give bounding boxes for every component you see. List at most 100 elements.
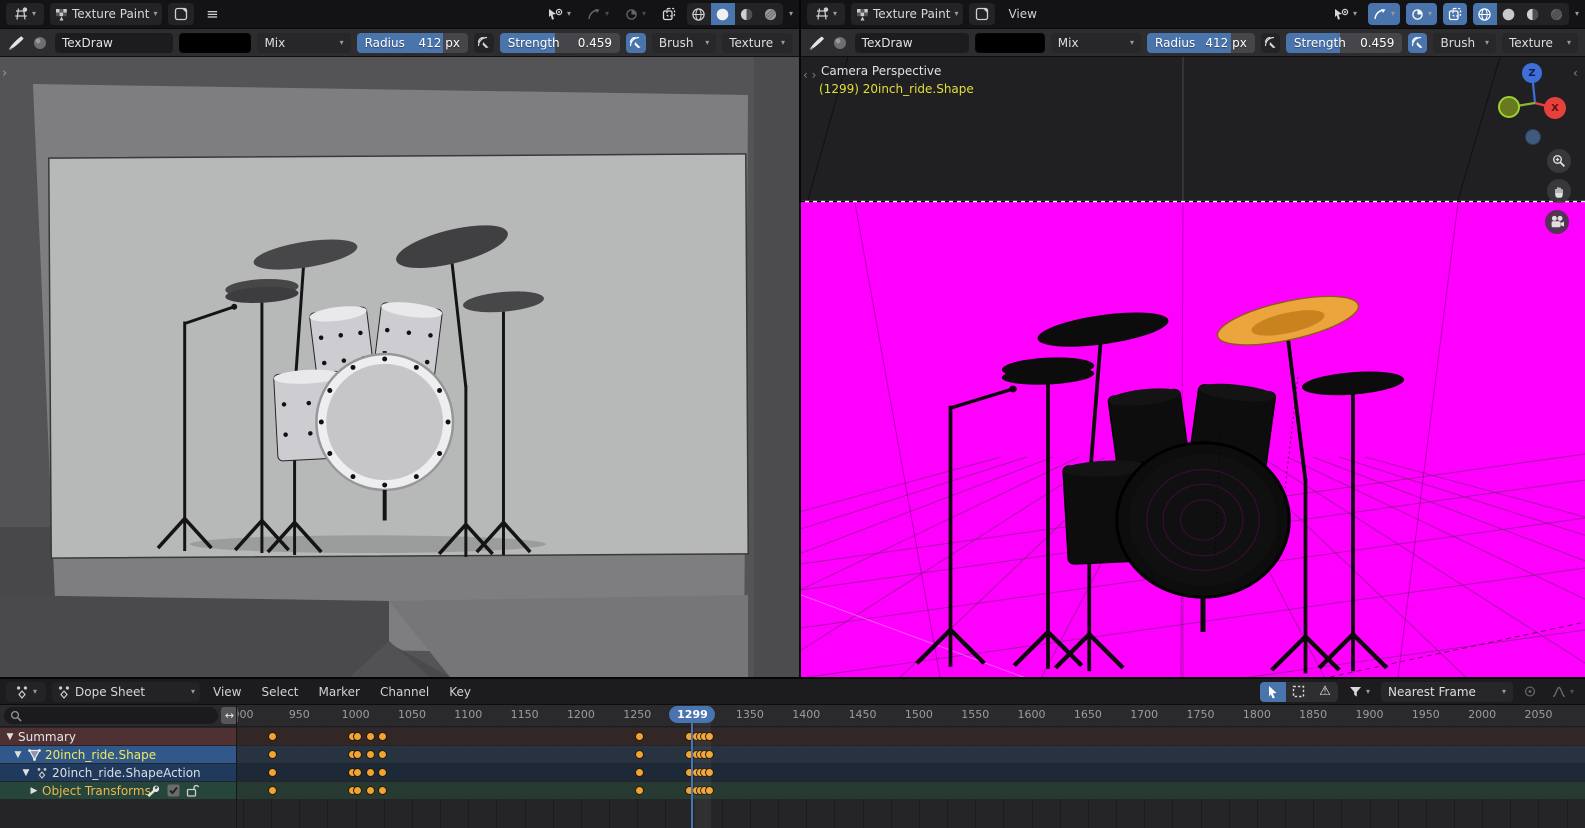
collapse-arrow[interactable]: ▼ [12,750,24,760]
channel-row[interactable]: ▼Summary [0,728,236,745]
gizmo-x-axis[interactable]: X [1544,97,1566,119]
xray-button[interactable] [657,3,681,25]
ruler-tick[interactable]: 1550 [955,708,995,721]
shading-wireframe-button[interactable] [687,3,711,25]
ruler-tick[interactable]: 1400 [786,708,826,721]
ruler-tick[interactable]: 1650 [1068,708,1108,721]
editor-type-button[interactable]: ▾ [6,682,46,702]
brush-color-swatch[interactable] [179,33,251,53]
falloff-curve-button[interactable]: ▾ [1547,681,1579,703]
snap-falloff-button[interactable]: ▾ [1368,3,1400,25]
keyframe[interactable] [268,750,277,759]
brush-panel-dropdown[interactable]: Brush▾ [652,33,716,53]
dope-sheet-mode-select[interactable]: Dope Sheet ▾ [52,682,200,702]
brush-preview-button[interactable] [31,32,49,54]
ruler-tick[interactable]: 1150 [505,708,545,721]
menu-select[interactable]: Select [254,685,305,699]
ruler-tick[interactable]: 1200 [561,708,601,721]
texture-panel-dropdown[interactable]: Texture▾ [722,33,792,53]
ruler-tick[interactable]: 1500 [899,708,939,721]
ruler-tick[interactable]: 2000 [1462,708,1502,721]
collapsed-menus-button[interactable]: ≡ [200,3,224,25]
radius-slider[interactable]: Radius412 px [1147,33,1255,53]
brush-name-field[interactable]: TexDraw [55,33,173,53]
shading-rendered-button[interactable] [759,3,783,25]
keyframe[interactable] [366,750,375,759]
channel-track[interactable] [237,728,1585,745]
menu-channel[interactable]: Channel [373,685,436,699]
keyframe[interactable] [268,786,277,795]
xray-button[interactable] [1443,3,1467,25]
ruler-tick[interactable]: 950 [279,708,319,721]
region-corner-arrows[interactable]: ‹ › [803,68,816,82]
keyframe[interactable] [705,786,714,795]
ruler-tick[interactable]: 1050 [392,708,432,721]
shading-material-button[interactable] [735,3,759,25]
keyframe[interactable] [705,732,714,741]
shading-material-button[interactable] [1521,3,1545,25]
tweak-tool-button[interactable] [1260,682,1286,702]
texture-panel-dropdown[interactable]: Texture▾ [1502,33,1578,53]
snap-mode-select[interactable]: Nearest Frame ▾ [1381,682,1513,702]
ruler-tick[interactable]: 1250 [617,708,657,721]
keyframe[interactable] [268,732,277,741]
channel-row[interactable]: ▼20inch_ride.Shape [0,746,236,763]
ruler-tick[interactable]: 2050 [1518,708,1558,721]
ruler-tick[interactable]: 1850 [1293,708,1333,721]
radius-slider[interactable]: Radius412 px [357,33,468,53]
box-select-tool-button[interactable] [1286,682,1312,702]
menu-key[interactable]: Key [442,685,478,699]
expand-arrow[interactable]: ▶ [28,786,40,796]
mode-selector[interactable]: Texture Paint ▾ [50,3,162,25]
editor-type-button[interactable]: ▾ [807,3,845,25]
radius-pressure-toggle[interactable] [1261,33,1280,53]
strength-slider[interactable]: Strength0.459 [500,33,620,53]
channel-track[interactable] [237,764,1585,781]
keyframe[interactable] [705,750,714,759]
camera-view-button[interactable] [1545,210,1569,234]
gizmo-y-axis[interactable] [1525,129,1541,145]
brush-panel-dropdown[interactable]: Brush▾ [1433,33,1496,53]
zoom-button[interactable] [1547,149,1571,173]
ruler-tick[interactable]: 1450 [843,708,883,721]
mask-visibility-button[interactable]: ▾ [543,3,576,25]
shading-solid-button[interactable] [1497,3,1521,25]
proportional-edit-button[interactable] [1519,681,1541,703]
ruler-tick[interactable]: 1600 [1012,708,1052,721]
snap-falloff-button[interactable]: ▾ [582,3,614,25]
keyframe[interactable] [635,786,644,795]
mode-selector[interactable]: Texture Paint ▾ [851,3,963,25]
keyframe[interactable] [635,732,644,741]
left-viewport-scene[interactable] [0,57,799,677]
pan-button[interactable] [1547,179,1571,203]
strength-slider[interactable]: Strength0.459 [1286,33,1403,53]
wrench-icon[interactable] [146,784,160,797]
current-frame-badge[interactable]: 1299 [669,706,715,723]
keyframe[interactable] [635,750,644,759]
channel-resize-button[interactable]: ↔ [221,707,238,724]
view-menu[interactable]: View [1001,7,1043,21]
ruler-tick[interactable]: 1900 [1350,708,1390,721]
ruler-tick[interactable]: 1950 [1406,708,1446,721]
channel-track[interactable] [237,782,1585,799]
keyframe[interactable] [635,768,644,777]
gizmo-z-axis[interactable]: Z [1522,63,1542,83]
editor-type-button[interactable]: ▾ [6,3,44,25]
filter-button[interactable]: ▾ [1344,681,1375,703]
shading-solid-button[interactable] [711,3,735,25]
image-button[interactable] [168,3,194,25]
right-viewport-scene[interactable] [801,57,1585,677]
brush-preview-button[interactable] [831,32,848,54]
brush-color-swatch[interactable] [975,33,1045,53]
ruler-tick[interactable]: 1000 [336,708,376,721]
mask-visibility-button[interactable]: ▾ [1329,3,1362,25]
ruler-tick[interactable]: 1750 [1181,708,1221,721]
ruler-tick[interactable]: 1800 [1237,708,1277,721]
lock-open-icon[interactable] [186,784,200,797]
shading-wireframe-button[interactable] [1473,3,1497,25]
ruler-tick[interactable]: 1700 [1124,708,1164,721]
blend-mode-select[interactable]: Mix▾ [257,33,350,53]
warning-filter-button[interactable]: ⚠ [1312,682,1338,702]
channel-row[interactable]: ▼20inch_ride.ShapeAction [0,764,236,781]
menu-view[interactable]: View [206,685,248,699]
